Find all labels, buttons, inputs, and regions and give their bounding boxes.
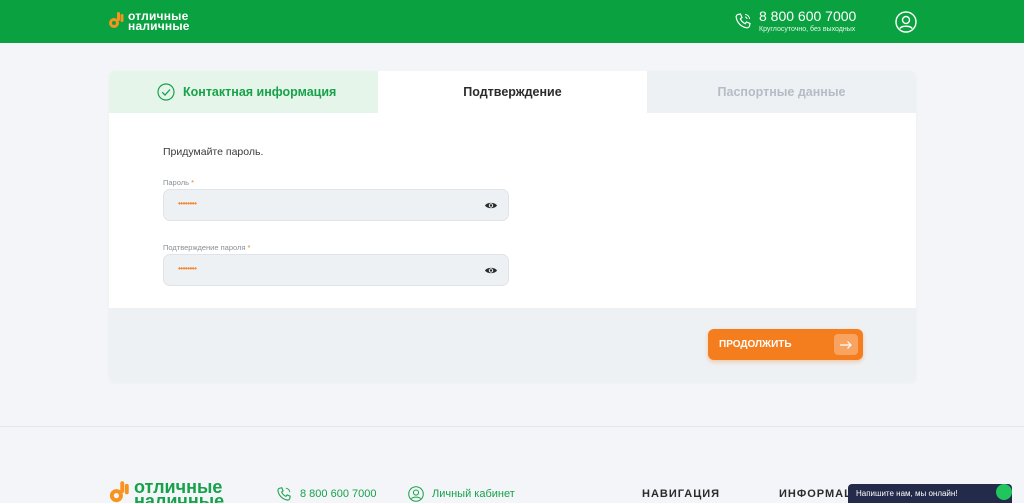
logo-text: отличные наличные	[128, 10, 190, 33]
header-phone-note: Круглосуточно, без выходных	[759, 26, 856, 33]
footer-logo-text: отличные наличные	[134, 478, 225, 503]
header-phone[interactable]: 8 800 600 7000 Круглосуточно, без выходн…	[734, 9, 856, 35]
password-confirm-value: ••••••••	[178, 264, 197, 273]
footer-cabinet-link[interactable]: Личный кабинет	[408, 486, 515, 502]
password-label-text: Пароль	[163, 178, 190, 187]
header-phone-number[interactable]: 8 800 600 7000	[759, 9, 856, 24]
footer-divider	[0, 426, 1024, 427]
logo-hand-icon	[109, 481, 129, 503]
tab-passport-data[interactable]: Паспортные данные	[647, 71, 916, 113]
eye-icon[interactable]	[484, 265, 498, 276]
password-value: ••••••••	[178, 199, 197, 208]
required-mark: *	[247, 243, 251, 252]
step-tabs: Контактная информация Подтверждение Пасп…	[109, 71, 916, 113]
tab-contact-info[interactable]: Контактная информация	[109, 71, 378, 113]
footer-logo-line2: наличные	[134, 491, 225, 503]
continue-button[interactable]: ПРОДОЛЖИТЬ	[708, 329, 863, 360]
check-circle-icon	[157, 83, 175, 101]
registration-card: Контактная информация Подтверждение Пасп…	[109, 71, 916, 382]
form-prompt: Придумайте пароль.	[163, 146, 264, 158]
tab-confirmation-label: Подтверждение	[463, 85, 562, 99]
logo-line2: наличные	[128, 19, 190, 33]
password-confirm-label: Подтверждение пароля *	[163, 243, 250, 252]
password-label: Пароль *	[163, 178, 194, 187]
footer-phone[interactable]: 8 800 600 7000	[276, 486, 376, 502]
password-confirm-label-text: Подтверждение пароля	[163, 243, 246, 252]
phone-icon	[277, 487, 291, 501]
arrow-right-icon	[834, 334, 858, 355]
user-account-icon[interactable]	[895, 11, 917, 33]
logo-hand-icon	[109, 12, 124, 28]
footer-nav-heading: НАВИГАЦИЯ	[642, 488, 721, 500]
tab-confirmation[interactable]: Подтверждение	[378, 71, 647, 113]
password-form: Придумайте пароль. Пароль * •••••••• Под…	[109, 113, 916, 308]
password-input[interactable]: ••••••••	[163, 189, 509, 221]
required-mark: *	[191, 178, 195, 187]
tab-passport-data-label: Паспортные данные	[717, 85, 846, 99]
continue-button-label: ПРОДОЛЖИТЬ	[719, 339, 792, 350]
logo[interactable]: отличные наличные	[108, 10, 190, 32]
password-confirm-input[interactable]: ••••••••	[163, 254, 509, 286]
form-actions-bar: ПРОДОЛЖИТЬ	[109, 308, 916, 382]
chat-widget[interactable]: Напишите нам, мы онлайн!	[848, 484, 1012, 503]
footer-cabinet-label: Личный кабинет	[432, 488, 515, 500]
phone-icon	[735, 13, 751, 29]
chat-widget-label: Напишите нам, мы онлайн!	[856, 489, 958, 498]
user-account-icon	[408, 486, 424, 502]
eye-icon[interactable]	[484, 200, 498, 211]
footer-logo[interactable]: отличные наличные	[108, 478, 225, 503]
top-header: отличные наличные 8 800 600 7000 Круглос…	[0, 0, 1024, 43]
tab-contact-info-label: Контактная информация	[183, 85, 337, 99]
footer-phone-number: 8 800 600 7000	[300, 488, 377, 500]
footer-info-heading: ИНФОРМАЦ	[779, 488, 854, 500]
chat-online-indicator	[996, 484, 1012, 500]
